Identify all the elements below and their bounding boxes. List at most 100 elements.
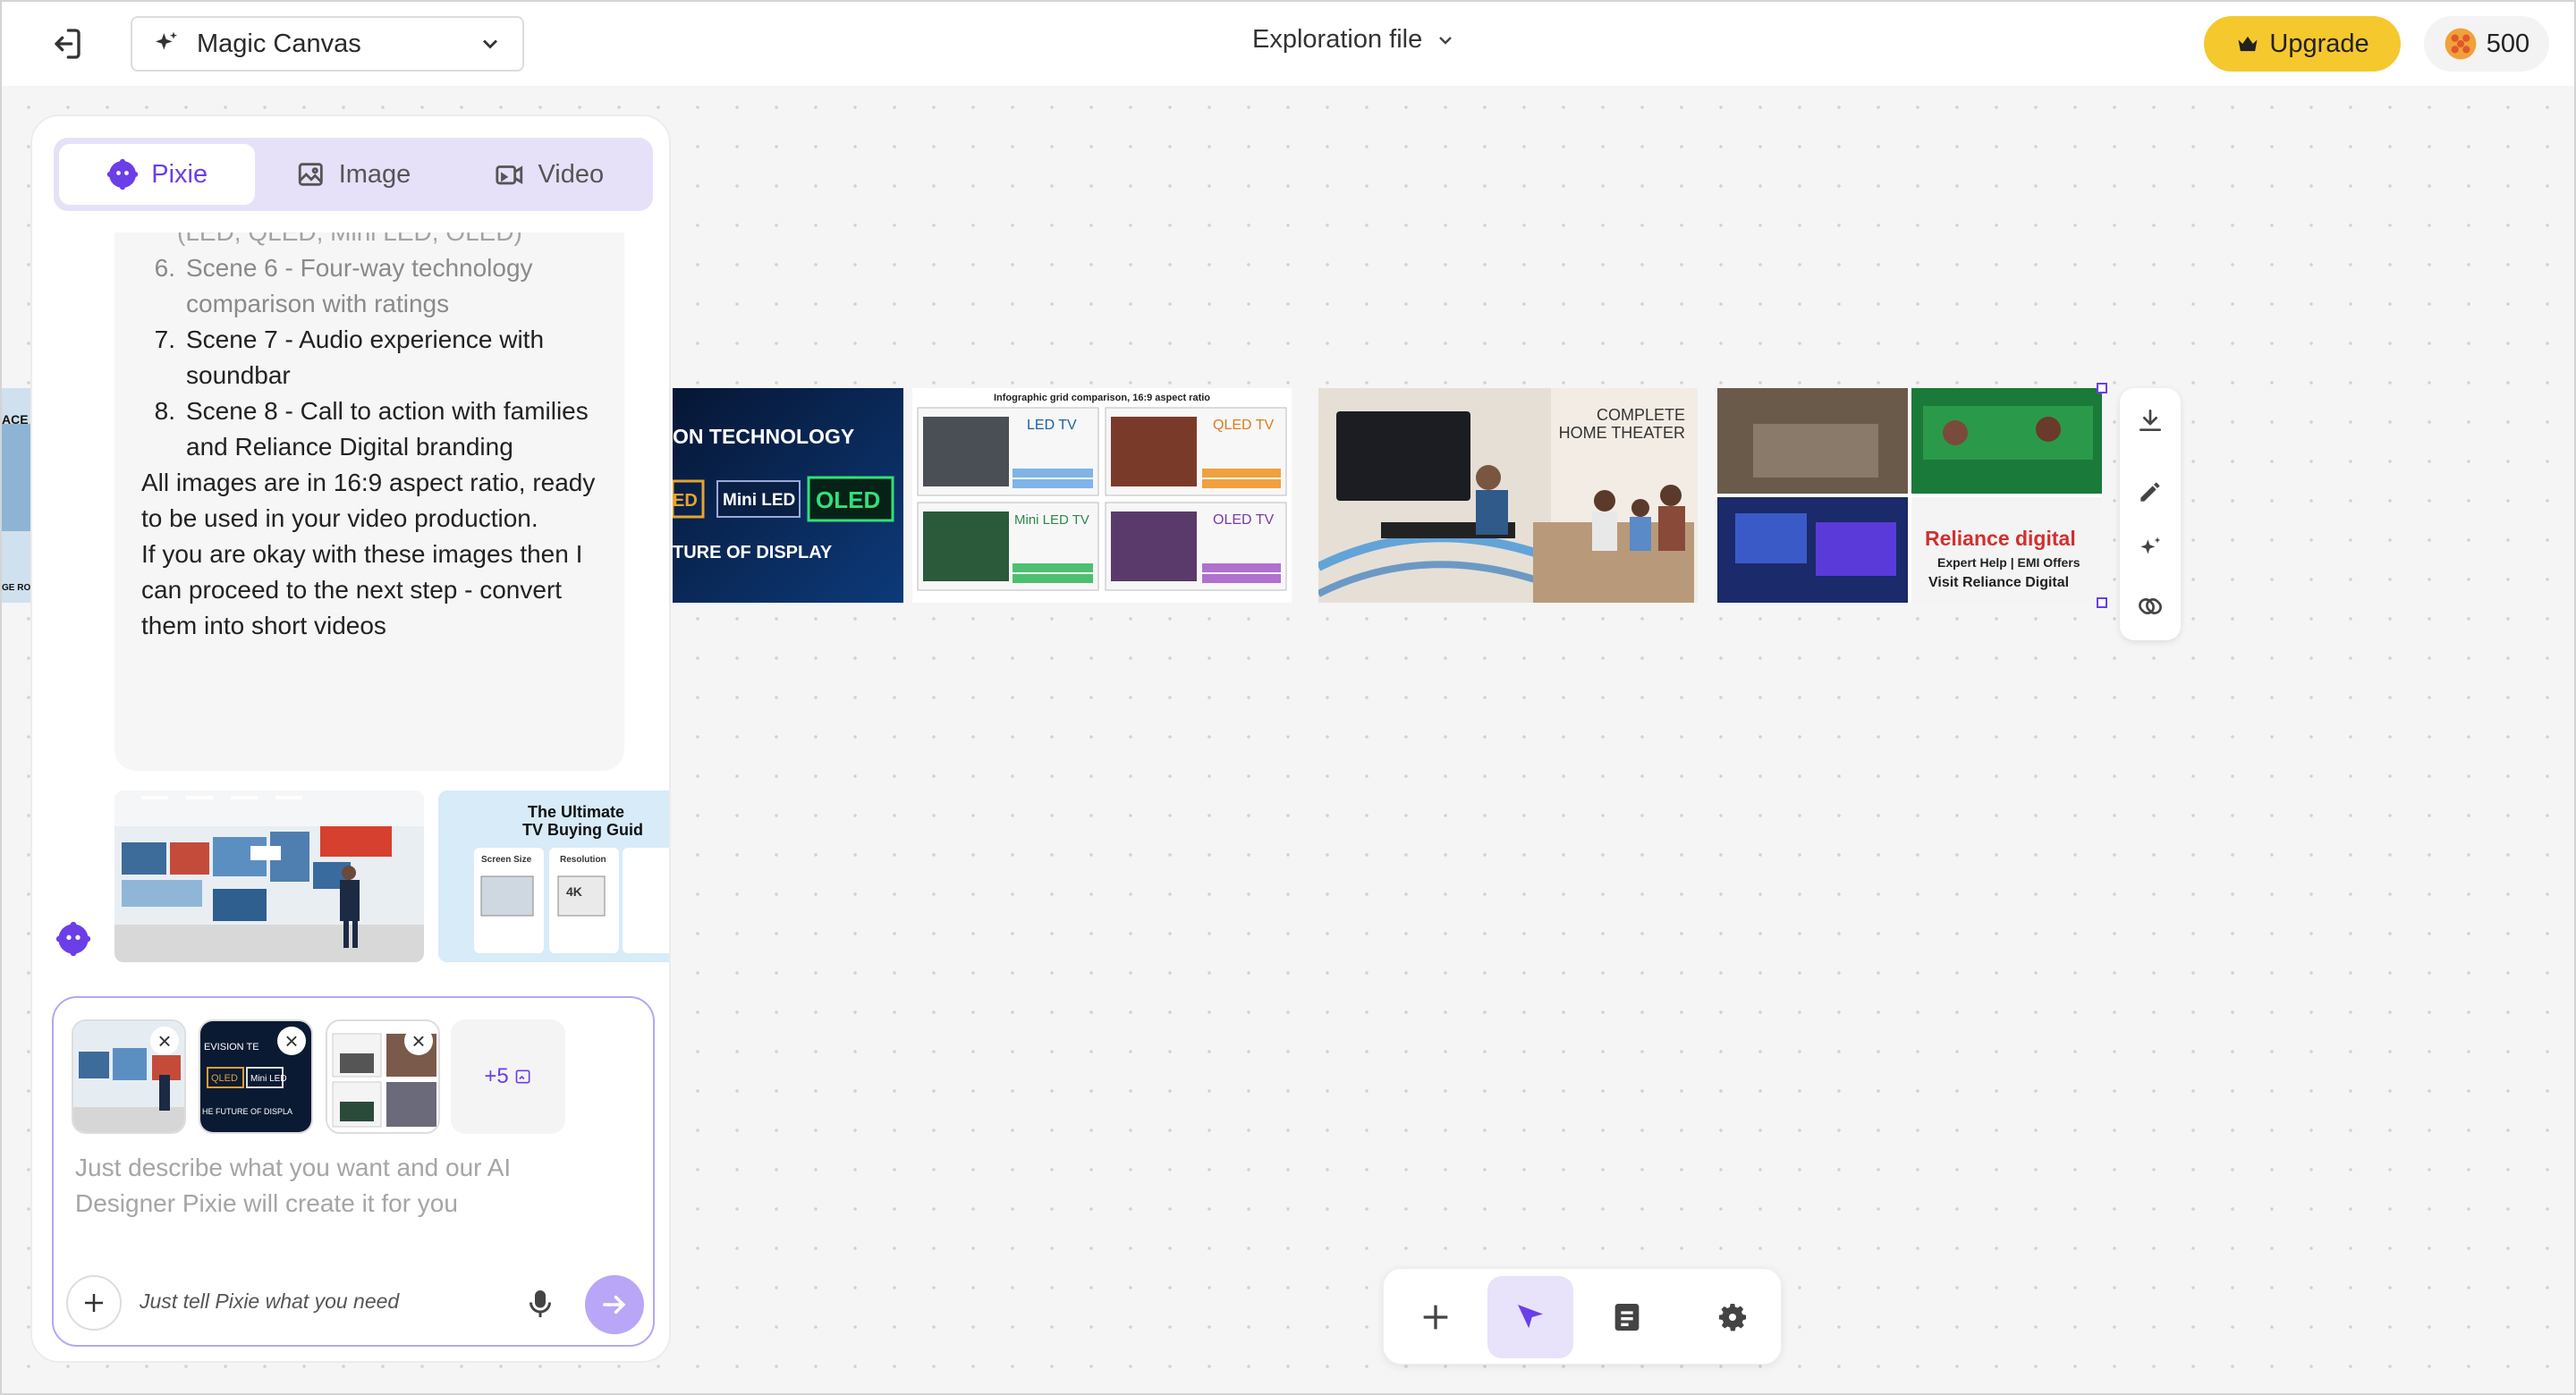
- tech-badge: ED: [673, 491, 698, 511]
- tab-label: Video: [538, 159, 605, 189]
- comparison-title: Infographic grid comparison, 16:9 aspect…: [994, 393, 1210, 403]
- download-icon[interactable]: [2136, 406, 2165, 435]
- plus-icon: [85, 1294, 103, 1312]
- sparkle-icon[interactable]: [2136, 535, 2165, 563]
- cursor-icon: [1518, 1305, 1543, 1329]
- notes-button[interactable]: [1584, 1276, 1670, 1358]
- document-icon: [1614, 1304, 1640, 1331]
- comparison-cell-label: OLED TV: [1213, 512, 1275, 528]
- sparkle-icon: [156, 31, 177, 50]
- remove-attachment-button[interactable]: ×: [277, 1027, 306, 1055]
- tab-label: Image: [338, 159, 411, 189]
- link-icon[interactable]: [2136, 592, 2165, 621]
- list-item: 8. Scene 8 - Call to action with familie…: [154, 397, 589, 461]
- tab-label: Pixie: [151, 159, 208, 189]
- credits-badge[interactable]: 500: [2424, 16, 2549, 72]
- selection-handle[interactable]: [2097, 597, 2107, 608]
- svg-text:EVISION TE: EVISION TE: [204, 1042, 259, 1053]
- microphone-icon[interactable]: [524, 1286, 556, 1322]
- plus-icon: [1423, 1305, 1448, 1330]
- select-tool-button[interactable]: [1487, 1276, 1573, 1358]
- remove-attachment-button[interactable]: ×: [404, 1027, 433, 1055]
- message-partial-line: (LED, QLED, Mini LED, OLED): [141, 232, 597, 250]
- coin-icon: [2445, 28, 2477, 60]
- comparison-cell-label: QLED TV: [1213, 418, 1275, 433]
- add-element-button[interactable]: [1393, 1276, 1479, 1358]
- thumbnail-buying-guide[interactable]: 4K The Ultimate TV Buying Guid Screen Si…: [438, 790, 669, 962]
- more-count: +5: [484, 1064, 509, 1088]
- buying-guide-title-2: TV Buying Guid: [522, 821, 643, 839]
- arrow-right-icon: [602, 1295, 626, 1315]
- theater-subtitle: HOME THEATER: [1559, 424, 1685, 442]
- pixie-icon: [106, 158, 139, 190]
- attachment-thumbnail[interactable]: ×: [326, 1019, 440, 1134]
- reliance-cta: Visit Reliance Digital: [1928, 575, 2069, 590]
- image-icon: [515, 1070, 530, 1084]
- canvas-toolbar: [1383, 1268, 1782, 1365]
- exit-icon: [55, 29, 80, 59]
- canvas-image-technology[interactable]: ON TECHNOLOGY ED Mini LED OLED TURE OF D…: [673, 388, 903, 603]
- canvas-partial-image[interactable]: ACE GE RO: [2, 388, 30, 603]
- tech-badge: Mini LED: [723, 491, 795, 510]
- image-actions-toolbar: [2120, 388, 2181, 640]
- canvas-image-home-theater[interactable]: COMPLETE HOME THEATER: [1318, 388, 1698, 603]
- tech-badge: OLED: [816, 486, 880, 513]
- attachment-thumbnail[interactable]: ×: [72, 1019, 186, 1134]
- generated-thumbnails: 4K The Ultimate TV Buying Guid Screen Si…: [114, 790, 669, 964]
- reliance-tagline: Expert Help | EMI Offers: [1937, 555, 2080, 570]
- canvas-image-reliance[interactable]: Reliance digital Expert Help | EMI Offer…: [1717, 388, 2102, 603]
- reliance-brand: Reliance digital: [1925, 527, 2076, 550]
- canvas-select[interactable]: Magic Canvas: [131, 16, 524, 72]
- assistant-message: (LED, QLED, Mini LED, OLED) 6. Scene 6 -…: [114, 232, 624, 771]
- tab-video[interactable]: Video: [452, 144, 648, 205]
- thumbnail-store-scene[interactable]: [114, 790, 424, 962]
- prompt-hint: Just tell Pixie what you need: [140, 1289, 400, 1313]
- buying-guide-title-1: The Ultimate: [528, 803, 624, 821]
- list-item: 7. Scene 7 - Audio experience with sound…: [154, 326, 545, 389]
- upgrade-label: Upgrade: [2269, 29, 2369, 58]
- comparison-cell-label: LED TV: [1027, 418, 1077, 433]
- prompt-composer: × EVISION TE QLED Mini LED HE FUTURE OF DIS…: [52, 996, 655, 1347]
- image-icon: [298, 163, 323, 186]
- file-name: Exploration file: [1252, 25, 1423, 54]
- tab-image[interactable]: Image: [255, 144, 451, 205]
- chevron-down-icon: [483, 39, 497, 49]
- settings-button[interactable]: [1690, 1276, 1775, 1358]
- partial-text: ACE: [2, 412, 29, 427]
- canvas-image-comparison[interactable]: Infographic grid comparison, 16:9 aspect…: [912, 388, 1292, 603]
- gear-icon: [1719, 1304, 1746, 1332]
- canvas-image-strip[interactable]: ON TECHNOLOGY ED Mini LED OLED TURE OF D…: [673, 383, 2107, 608]
- message-paragraph: All images are in 16:9 aspect ratio, rea…: [141, 469, 596, 532]
- tech-subtitle: TURE OF DISPLAY: [673, 543, 833, 562]
- file-title-dropdown[interactable]: Exploration file: [1252, 25, 1456, 55]
- credits-count: 500: [2486, 29, 2530, 58]
- theater-title: COMPLETE: [1597, 406, 1685, 424]
- attachment-thumbnail[interactable]: EVISION TE QLED Mini LED HE FUTURE OF DISPL…: [199, 1019, 313, 1134]
- message-paragraph: If you are okay with these images then I…: [141, 540, 583, 639]
- send-button[interactable]: [585, 1275, 644, 1334]
- edit-icon[interactable]: [2136, 478, 2165, 506]
- partial-text: GE RO: [2, 583, 30, 593]
- selection-handle[interactable]: [2097, 383, 2107, 393]
- more-attachments-button[interactable]: +5: [451, 1019, 565, 1134]
- svg-text:QLED: QLED: [211, 1073, 238, 1084]
- tech-title: ON TECHNOLOGY: [673, 425, 854, 448]
- comparison-cell-label: Mini LED TV: [1014, 512, 1089, 528]
- pixie-avatar-icon: [55, 921, 91, 957]
- remove-attachment-button[interactable]: ×: [150, 1027, 179, 1055]
- chevron-down-icon: [1439, 36, 1453, 45]
- mode-tabs: Pixie Image Video: [54, 138, 653, 211]
- top-bar: Magic Canvas Exploration file Upgrade 50…: [2, 2, 2574, 86]
- list-item: 6. Scene 6 - Four-way technology compari…: [154, 254, 533, 317]
- prompt-input[interactable]: Just describe what you want and our AI D…: [75, 1150, 612, 1222]
- add-button[interactable]: [66, 1275, 122, 1331]
- svg-text:4K: 4K: [566, 884, 582, 899]
- tab-pixie[interactable]: Pixie: [59, 144, 256, 205]
- crown-icon: [2238, 36, 2258, 52]
- buying-guide-col1: Screen Size: [481, 855, 532, 865]
- exit-button[interactable]: [45, 21, 86, 66]
- canvas-name: Magic Canvas: [197, 29, 361, 58]
- video-icon: [496, 165, 523, 185]
- upgrade-button[interactable]: Upgrade: [2204, 16, 2401, 72]
- svg-text:Mini LED: Mini LED: [250, 1074, 287, 1084]
